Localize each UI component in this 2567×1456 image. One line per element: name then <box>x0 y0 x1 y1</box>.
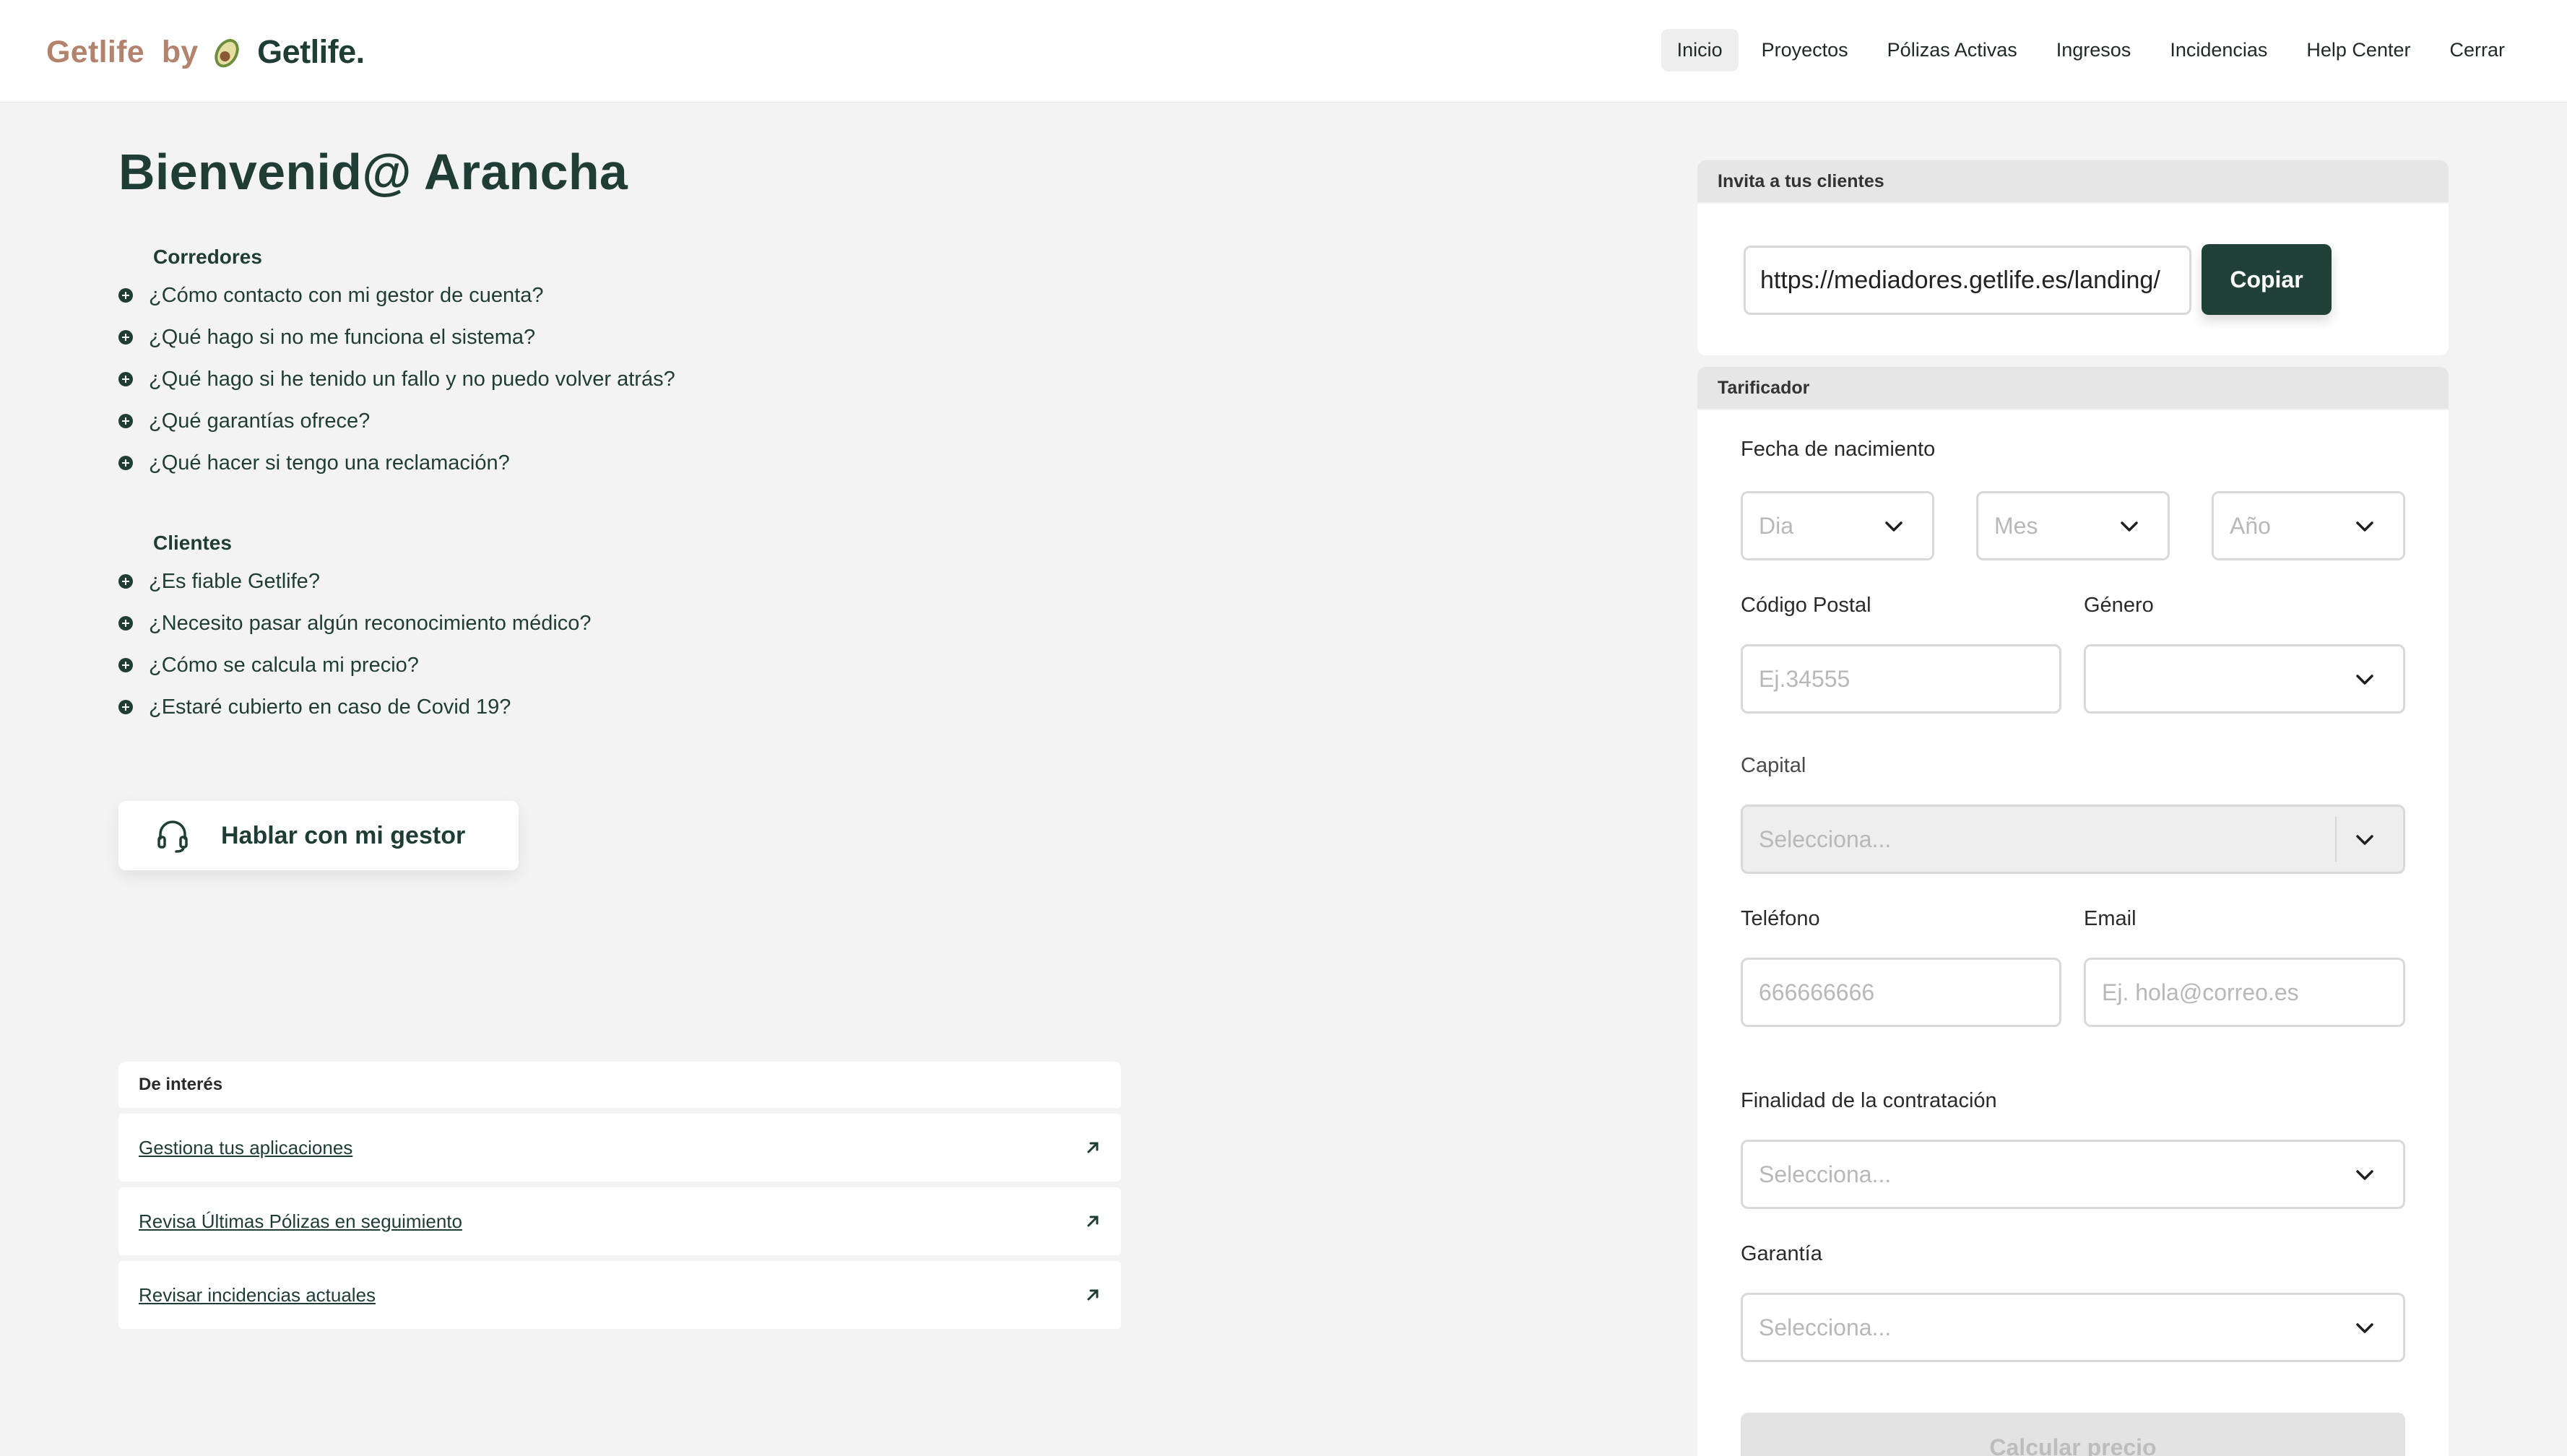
postal-code-input[interactable] <box>1741 644 2061 714</box>
faq-heading-corredores: Corredores <box>153 246 262 268</box>
calculate-price-button[interactable]: Calcular precio <box>1741 1413 2405 1456</box>
interest-link[interactable]: Revisa Últimas Pólizas en seguimiento <box>139 1210 462 1233</box>
purpose-select[interactable]: Selecciona... <box>1741 1140 2405 1209</box>
talk-to-manager-button[interactable]: Hablar con mi gestor <box>118 801 519 870</box>
nav-item-help-center[interactable]: Help Center <box>2290 29 2426 72</box>
capital-select-value: Selecciona... <box>1759 826 1892 852</box>
interest-link-row[interactable]: Revisar incidencias actuales <box>118 1261 1121 1329</box>
email-label: Email <box>2084 907 2137 930</box>
faq-item[interactable]: ¿Estaré cubierto en caso de Covid 19? <box>118 686 592 728</box>
gender-label: Género <box>2084 594 2154 617</box>
birthdate-label: Fecha de nacimiento <box>1741 438 1936 461</box>
brand-logo-text: Getlife. <box>257 33 365 70</box>
year-select-value: Año <box>2230 512 2271 539</box>
faq-question: ¿Qué hago si he tenido un fallo y no pue… <box>149 367 675 391</box>
faq-item[interactable]: ¿Qué hago si no me funciona el sistema? <box>118 316 675 358</box>
main-nav: Inicio Proyectos Pólizas Activas Ingreso… <box>1661 27 2521 72</box>
plus-circle-icon <box>118 288 133 303</box>
phone-input[interactable] <box>1741 958 2061 1027</box>
faq-question: ¿Qué hago si no me funciona el sistema? <box>149 325 536 349</box>
faq-item[interactable]: ¿Necesito pasar algún reconocimiento méd… <box>118 602 592 644</box>
faq-item[interactable]: ¿Cómo se calcula mi precio? <box>118 644 592 686</box>
brand-logo[interactable]: Getlife by Getlife. <box>46 29 365 75</box>
avocado-icon <box>215 39 239 68</box>
chevron-down-icon <box>2356 835 2373 845</box>
month-select[interactable]: Mes <box>1976 491 2170 560</box>
email-input[interactable] <box>2084 958 2405 1027</box>
chevron-down-icon <box>2356 1323 2373 1333</box>
postal-code-label: Código Postal <box>1741 594 1871 617</box>
plus-circle-icon <box>118 700 133 714</box>
guarantee-select[interactable]: Selecciona... <box>1741 1293 2405 1362</box>
chevron-down-icon <box>2121 521 2138 532</box>
page-title: Bienvenid@ Arancha <box>118 144 628 200</box>
chevron-down-icon <box>2356 1170 2373 1180</box>
year-select[interactable]: Año <box>2212 491 2405 560</box>
faq-question: ¿Estaré cubierto en caso de Covid 19? <box>149 695 511 719</box>
chevron-down-icon <box>1885 521 1902 532</box>
faq-item[interactable]: ¿Qué hacer si tengo una reclamación? <box>118 442 675 484</box>
faq-item[interactable]: ¿Qué hago si he tenido un fallo y no pue… <box>118 358 675 400</box>
select-separator <box>2335 817 2337 862</box>
invite-card-title: Invita a tus clientes <box>1697 160 2449 202</box>
faq-item[interactable]: ¿Qué garantías ofrece? <box>118 400 675 442</box>
faq-question: ¿Qué hacer si tengo una reclamación? <box>149 451 510 474</box>
arrow-up-right-icon <box>1087 1216 1099 1227</box>
headset-icon <box>157 820 188 853</box>
interest-panel: De interés Gestiona tus aplicaciones Rev… <box>118 1062 1121 1329</box>
gender-select[interactable] <box>2084 644 2405 714</box>
faq-list-corredores: ¿Cómo contacto con mi gestor de cuenta? … <box>118 274 675 484</box>
faq-heading-clientes: Clientes <box>153 532 232 554</box>
talk-to-manager-label: Hablar con mi gestor <box>221 821 466 849</box>
interest-link[interactable]: Gestiona tus aplicaciones <box>139 1137 352 1159</box>
plus-circle-icon <box>118 414 133 428</box>
day-select[interactable]: Dia <box>1741 491 1934 560</box>
arrow-up-right-icon <box>1087 1142 1099 1153</box>
faq-question: ¿Es fiable Getlife? <box>149 569 320 593</box>
copy-button[interactable]: Copiar <box>2202 244 2332 315</box>
nav-item-polizas-activas[interactable]: Pólizas Activas <box>1871 29 2033 72</box>
faq-item[interactable]: ¿Es fiable Getlife? <box>118 560 592 602</box>
faq-question: ¿Cómo contacto con mi gestor de cuenta? <box>149 283 544 307</box>
interest-link-row[interactable]: Revisa Últimas Pólizas en seguimiento <box>118 1187 1121 1255</box>
chevron-down-icon <box>2356 675 2373 685</box>
plus-circle-icon <box>118 456 133 470</box>
nav-item-inicio[interactable]: Inicio <box>1661 28 1739 72</box>
plus-circle-icon <box>118 372 133 386</box>
plus-circle-icon <box>118 616 133 630</box>
brand-by: by <box>161 34 199 69</box>
faq-question: ¿Necesito pasar algún reconocimiento méd… <box>149 611 592 635</box>
faq-question: ¿Cómo se calcula mi precio? <box>149 653 419 677</box>
faq-item[interactable]: ¿Cómo contacto con mi gestor de cuenta? <box>118 274 675 316</box>
capital-label: Capital <box>1741 754 1806 777</box>
faq-question: ¿Qué garantías ofrece? <box>149 409 371 433</box>
phone-label: Teléfono <box>1741 907 1820 930</box>
nav-item-incidencias[interactable]: Incidencias <box>2154 29 2283 72</box>
interest-link[interactable]: Revisar incidencias actuales <box>139 1284 376 1306</box>
plus-circle-icon <box>118 658 133 672</box>
month-select-value: Mes <box>1994 512 2038 539</box>
arrow-up-right-icon <box>1087 1289 1099 1301</box>
purpose-select-value: Selecciona... <box>1759 1161 1892 1187</box>
chevron-down-icon <box>2356 521 2373 532</box>
nav-item-proyectos[interactable]: Proyectos <box>1746 29 1864 72</box>
plus-circle-icon <box>118 330 133 344</box>
invite-url-input[interactable] <box>1744 246 2191 315</box>
top-header: Getlife by Getlife. Inicio Proyectos Pól… <box>0 0 2567 103</box>
faq-list-clientes: ¿Es fiable Getlife? ¿Necesito pasar algú… <box>118 560 592 728</box>
plus-circle-icon <box>118 574 133 589</box>
tarificador-card-title: Tarificador <box>1697 367 2449 409</box>
nav-item-cerrar[interactable]: Cerrar <box>2433 29 2521 72</box>
interest-title: De interés <box>118 1062 1121 1108</box>
purpose-label: Finalidad de la contratación <box>1741 1089 1997 1112</box>
brand-text: Getlife <box>46 34 144 69</box>
nav-item-ingresos[interactable]: Ingresos <box>2040 29 2147 72</box>
guarantee-label: Garantía <box>1741 1242 1822 1265</box>
guarantee-select-value: Selecciona... <box>1759 1314 1892 1340</box>
capital-select[interactable]: Selecciona... <box>1741 805 2405 874</box>
interest-link-row[interactable]: Gestiona tus aplicaciones <box>118 1114 1121 1182</box>
day-select-value: Dia <box>1759 512 1794 539</box>
